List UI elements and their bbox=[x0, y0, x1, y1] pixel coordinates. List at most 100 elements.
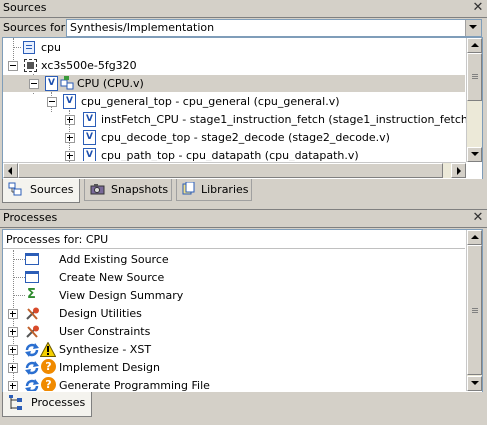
window-icon bbox=[25, 271, 39, 283]
processes-title: Processes bbox=[3, 211, 58, 224]
process-item[interactable]: Design Utilities bbox=[3, 305, 463, 322]
process-item[interactable]: Add Existing Source bbox=[3, 251, 463, 268]
scroll-thumb[interactable] bbox=[467, 245, 482, 375]
question-icon: ? bbox=[41, 359, 56, 374]
tree-item-label: cpu_decode_top - stage2_decode (stage2_d… bbox=[101, 131, 390, 144]
question-icon: ? bbox=[41, 377, 56, 391]
sources-icon bbox=[8, 182, 22, 199]
tree-item-label: xc3s500e-5fg320 bbox=[41, 59, 137, 72]
chevron-down-icon[interactable] bbox=[465, 20, 481, 36]
warning-icon bbox=[39, 341, 57, 357]
expand-icon[interactable] bbox=[8, 327, 18, 337]
scroll-up-icon[interactable] bbox=[467, 230, 482, 245]
sources-vertical-scrollbar[interactable] bbox=[466, 38, 482, 162]
processes-tabbar: Processes bbox=[0, 392, 487, 425]
process-item[interactable]: Create New Source bbox=[3, 269, 463, 286]
process-label: Design Utilities bbox=[59, 307, 142, 320]
tools-icon bbox=[25, 325, 41, 339]
sources-horizontal-scrollbar[interactable] bbox=[3, 162, 466, 178]
process-label: Synthesize - XST bbox=[59, 343, 152, 356]
tree-item-selected[interactable]: V CPU (CPU.v) bbox=[3, 75, 465, 92]
tab-libraries[interactable]: Libraries bbox=[176, 179, 252, 201]
expand-icon[interactable] bbox=[8, 363, 18, 373]
run-arrows-icon bbox=[24, 342, 40, 358]
tab-label: Snapshots bbox=[111, 183, 169, 196]
process-item[interactable]: User Constraints bbox=[3, 323, 463, 340]
sources-titlebar: Sources ✕ bbox=[0, 0, 487, 18]
tab-sources[interactable]: Sources bbox=[2, 179, 80, 203]
document-icon bbox=[23, 41, 35, 54]
run-arrows-icon bbox=[24, 378, 40, 391]
processes-vertical-scrollbar[interactable] bbox=[466, 230, 482, 391]
process-item[interactable]: ? Generate Programming File bbox=[3, 377, 463, 391]
tab-snapshots[interactable]: Snapshots bbox=[84, 179, 172, 201]
collapse-icon[interactable] bbox=[47, 97, 57, 107]
expand-icon[interactable] bbox=[8, 309, 18, 319]
scroll-down-icon[interactable] bbox=[467, 147, 482, 162]
tools-icon bbox=[25, 307, 41, 321]
verilog-icon: V bbox=[83, 148, 96, 161]
processes-icon bbox=[8, 395, 24, 414]
sources-filter-label: Sources for: bbox=[3, 21, 69, 34]
collapse-icon[interactable] bbox=[8, 61, 18, 71]
tree-item[interactable]: V instFetch_CPU - stage1_instruction_fet… bbox=[3, 111, 482, 128]
processes-header: Processes for: CPU bbox=[3, 230, 465, 249]
tab-label: Processes bbox=[31, 396, 86, 409]
verilog-icon: V bbox=[63, 94, 76, 109]
processes-list[interactable]: Processes for: CPU Add Existing Source C… bbox=[2, 229, 483, 393]
scroll-up-icon[interactable] bbox=[467, 38, 482, 53]
tree-item[interactable]: cpu bbox=[3, 39, 463, 56]
processes-close-icon[interactable]: ✕ bbox=[471, 211, 485, 225]
tree-item-label: cpu_path_top - cpu_datapath (cpu_datapat… bbox=[101, 149, 359, 161]
tree-item[interactable]: V cpu_path_top - cpu_datapath (cpu_datap… bbox=[3, 147, 463, 161]
verilog-icon: V bbox=[83, 130, 96, 145]
tab-processes[interactable]: Processes bbox=[2, 392, 92, 417]
processes-header-label: Processes for: CPU bbox=[6, 233, 109, 246]
top-module-icon bbox=[60, 76, 74, 90]
process-label: Generate Programming File bbox=[59, 379, 210, 391]
sigma-icon: Σ bbox=[27, 287, 36, 302]
tab-label: Sources bbox=[30, 183, 74, 196]
sources-title: Sources bbox=[3, 1, 47, 14]
expand-icon[interactable] bbox=[65, 115, 75, 125]
process-label: Create New Source bbox=[59, 271, 165, 284]
collapse-icon[interactable] bbox=[29, 79, 39, 89]
expand-icon[interactable] bbox=[65, 133, 75, 143]
expand-icon[interactable] bbox=[8, 381, 18, 391]
sources-filter-value: Synthesis/Implementation bbox=[70, 21, 215, 34]
scroll-left-icon[interactable] bbox=[3, 163, 18, 178]
window-icon bbox=[25, 253, 39, 265]
process-label: View Design Summary bbox=[59, 289, 184, 302]
process-item[interactable]: ? Implement Design bbox=[3, 359, 463, 376]
process-item[interactable]: Synthesize - XST bbox=[3, 341, 463, 358]
tree-item-label: cpu_general_top - cpu_general (cpu_gener… bbox=[81, 95, 340, 108]
process-label: Add Existing Source bbox=[59, 253, 169, 266]
sources-filter-dropdown[interactable]: Synthesis/Implementation bbox=[66, 19, 482, 37]
library-icon bbox=[182, 181, 196, 199]
tree-item-label: cpu bbox=[41, 41, 62, 54]
verilog-icon: V bbox=[83, 112, 96, 127]
sources-filter-row: Sources for: Synthesis/Implementation bbox=[0, 19, 487, 37]
scroll-right-icon[interactable] bbox=[451, 163, 466, 178]
sources-tree[interactable]: cpu xc3s500e-5fg320 V CPU (CPU.v) V cpu_… bbox=[2, 37, 483, 180]
tree-item[interactable]: V cpu_decode_top - stage2_decode (stage2… bbox=[3, 129, 463, 146]
chip-icon bbox=[24, 59, 37, 72]
verilog-icon: V bbox=[45, 76, 58, 91]
tree-item-label: instFetch_CPU - stage1_instruction_fetch… bbox=[101, 113, 483, 126]
scroll-down-icon[interactable] bbox=[467, 376, 482, 391]
process-item[interactable]: Σ View Design Summary bbox=[3, 287, 463, 304]
sources-close-icon[interactable]: ✕ bbox=[471, 1, 485, 15]
process-label: User Constraints bbox=[59, 325, 151, 338]
tree-item[interactable]: xc3s500e-5fg320 bbox=[3, 57, 463, 74]
expand-icon[interactable] bbox=[65, 151, 75, 161]
tree-item-label: CPU (CPU.v) bbox=[77, 77, 144, 90]
expand-icon[interactable] bbox=[8, 345, 18, 355]
process-label: Implement Design bbox=[59, 361, 161, 374]
scroll-thumb-horizontal[interactable] bbox=[18, 163, 443, 178]
run-arrows-icon bbox=[24, 360, 40, 376]
camera-icon bbox=[90, 182, 106, 199]
sources-tabbar: Sources Snapshots Libraries bbox=[0, 179, 487, 207]
scroll-thumb[interactable] bbox=[467, 53, 482, 101]
processes-titlebar: Processes ✕ bbox=[0, 209, 487, 228]
tree-item[interactable]: V cpu_general_top - cpu_general (cpu_gen… bbox=[3, 93, 463, 110]
